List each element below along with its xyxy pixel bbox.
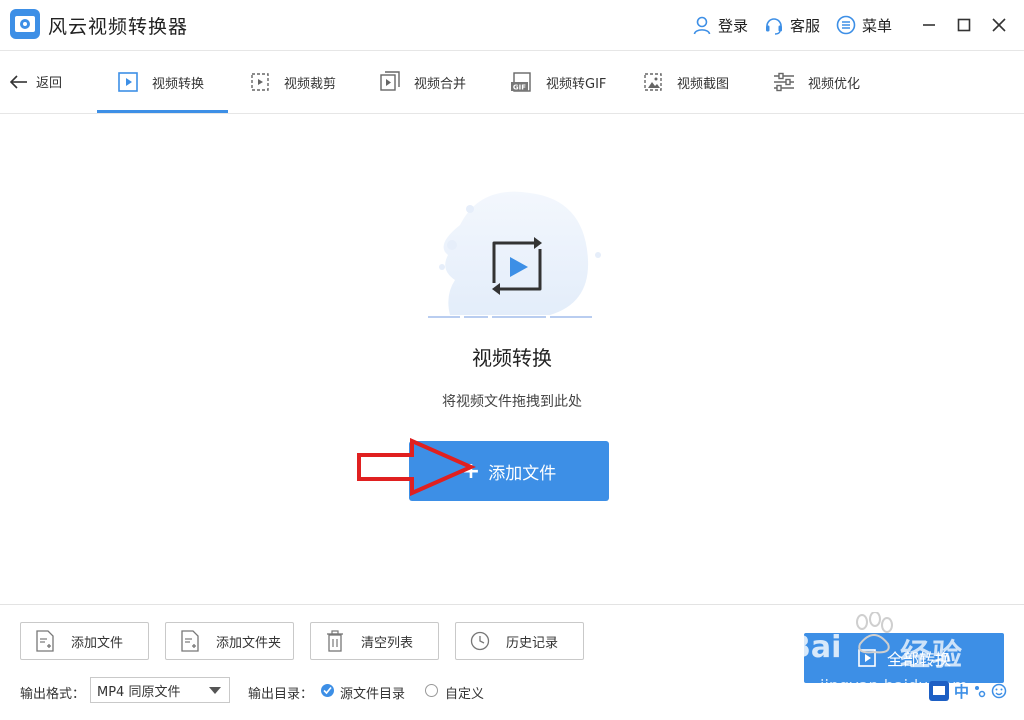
customer-service-button[interactable]: 客服 bbox=[764, 14, 820, 36]
tab-label: 视频转换 bbox=[152, 76, 205, 92]
add-folder-icon bbox=[181, 630, 199, 652]
gif-icon: GIF bbox=[511, 72, 531, 92]
tab-video-crop[interactable]: 视频裁剪 bbox=[248, 68, 336, 96]
maximize-icon bbox=[957, 18, 971, 32]
drop-zone-illustration bbox=[420, 185, 610, 325]
annotation-arrow bbox=[356, 437, 476, 498]
sliders-icon bbox=[774, 72, 794, 92]
ime-toolbar[interactable]: 中 bbox=[928, 678, 1024, 704]
back-label: 返回 bbox=[36, 76, 63, 91]
arrow-left-icon bbox=[10, 74, 27, 89]
headset-icon bbox=[766, 18, 782, 35]
output-dir-custom-radio[interactable] bbox=[425, 684, 438, 697]
drop-zone-title: 视频转换 bbox=[472, 346, 552, 370]
add-folder-button[interactable]: 添加文件夹 bbox=[165, 622, 294, 660]
tab-video-convert[interactable]: 视频转换 bbox=[116, 68, 204, 96]
add-file-label: 添加文件 bbox=[71, 635, 124, 651]
active-tab-indicator bbox=[97, 110, 228, 113]
tab-label: 视频截图 bbox=[677, 76, 730, 92]
clear-list-button[interactable]: 清空列表 bbox=[310, 622, 439, 660]
output-dir-label: 输出目录： bbox=[248, 687, 314, 702]
login-button[interactable]: 登录 bbox=[692, 14, 748, 36]
menu-icon bbox=[836, 15, 856, 35]
output-format-label: 输出格式： bbox=[20, 687, 86, 702]
video-merge-icon bbox=[380, 71, 400, 91]
menu-button[interactable]: 菜单 bbox=[836, 14, 892, 36]
punctuation-icon bbox=[975, 686, 986, 698]
tab-label: 视频优化 bbox=[808, 76, 861, 92]
clear-list-label: 清空列表 bbox=[361, 635, 414, 651]
tool-tabs-bar: 返回 视频转换 视频裁剪 视频合并 GIF 视频转GIF 视频截图 视频优化 bbox=[0, 50, 1024, 114]
tab-label: 视频转GIF bbox=[546, 76, 607, 92]
add-file-icon bbox=[36, 630, 54, 652]
trash-icon bbox=[327, 630, 343, 652]
add-file-main-label: 添加文件 bbox=[488, 463, 557, 484]
output-dir-source-label: 源文件目录 bbox=[340, 687, 406, 702]
ime-logo-icon bbox=[929, 681, 949, 701]
maximize-button[interactable] bbox=[953, 14, 975, 36]
service-label: 客服 bbox=[790, 16, 821, 35]
app-title: 风云视频转换器 bbox=[48, 16, 189, 38]
image-icon bbox=[644, 73, 662, 91]
user-icon bbox=[693, 16, 711, 35]
minimize-icon bbox=[923, 24, 935, 26]
output-dir-custom-label: 自定义 bbox=[445, 687, 485, 702]
ime-language: 中 bbox=[954, 682, 970, 701]
history-label: 历史记录 bbox=[506, 635, 559, 651]
add-folder-label: 添加文件夹 bbox=[216, 635, 282, 651]
tab-video-to-gif[interactable]: GIF 视频转GIF bbox=[510, 68, 606, 96]
close-icon bbox=[992, 18, 1006, 32]
video-convert-icon bbox=[118, 72, 138, 92]
tab-video-optimize[interactable]: 视频优化 bbox=[772, 68, 860, 96]
tab-label: 视频裁剪 bbox=[284, 76, 337, 92]
caret-down-icon bbox=[209, 687, 221, 694]
red-arrow-icon bbox=[357, 437, 476, 497]
login-label: 登录 bbox=[718, 16, 749, 35]
emoji-icon bbox=[991, 683, 1007, 699]
back-button[interactable]: 返回 bbox=[10, 72, 62, 91]
add-file-button[interactable]: 添加文件 bbox=[20, 622, 149, 660]
convert-illustration-icon bbox=[428, 191, 601, 318]
video-crop-icon bbox=[251, 73, 269, 91]
tab-label: 视频合并 bbox=[414, 76, 467, 92]
output-format-select[interactable]: MP4 同原文件 bbox=[90, 677, 230, 703]
menu-label: 菜单 bbox=[862, 16, 893, 35]
history-button[interactable]: 历史记录 bbox=[455, 622, 584, 660]
watermark-paw-icon bbox=[848, 611, 898, 660]
clock-icon bbox=[470, 631, 490, 651]
title-bar: 风云视频转换器 登录 客服 菜单 bbox=[0, 0, 1024, 51]
watermark-baidu-text: Bai bbox=[788, 630, 842, 665]
minimize-button[interactable] bbox=[918, 14, 940, 36]
bottom-divider bbox=[0, 604, 1024, 605]
tab-video-screenshot[interactable]: 视频截图 bbox=[641, 68, 729, 96]
drop-zone-hint: 将视频文件拖拽到此处 bbox=[442, 394, 582, 410]
output-dir-source-radio[interactable] bbox=[321, 684, 334, 697]
output-format-value: MP4 同原文件 bbox=[97, 684, 181, 700]
watermark-main-text: 经验 bbox=[900, 638, 964, 673]
tab-video-merge[interactable]: 视频合并 bbox=[378, 68, 466, 96]
svg-text:GIF: GIF bbox=[513, 84, 526, 92]
check-icon bbox=[323, 686, 332, 695]
close-button[interactable] bbox=[988, 14, 1010, 36]
app-logo-icon bbox=[10, 9, 40, 39]
